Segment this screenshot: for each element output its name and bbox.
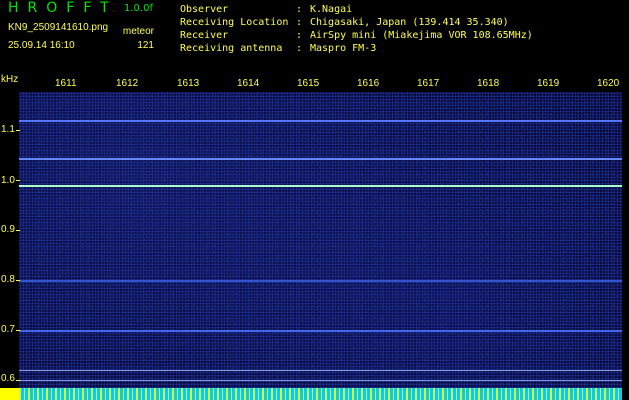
left-marker-bar <box>0 388 19 400</box>
y-tick-label: 1.1 <box>1 124 15 135</box>
spectrogram-plot <box>19 92 622 388</box>
spectrogram-noise <box>19 92 622 388</box>
x-tick-label: 1611 <box>55 78 77 89</box>
x-tick-label: 1619 <box>537 78 560 89</box>
x-tick-label: 1617 <box>417 78 440 89</box>
file-name: KN9_2509141610.png <box>8 22 109 33</box>
signal-line <box>19 157 622 160</box>
y-tick-mark <box>16 130 20 131</box>
info-row-receiver: Receiver: AirSpy mini (Miakejima VOR 108.… <box>180 30 533 41</box>
y-tick-label: 0.7 <box>1 324 15 335</box>
y-tick-label: 0.8 <box>1 274 15 285</box>
x-tick-label: 1612 <box>116 78 139 89</box>
y-tick-mark <box>16 280 20 281</box>
x-tick-label: 1614 <box>237 78 260 89</box>
y-tick-label: 1.0 <box>1 175 15 186</box>
bottom-time-marks <box>19 388 622 400</box>
x-tick-label: 1615 <box>297 78 320 89</box>
signal-line <box>19 120 622 122</box>
signal-line <box>19 280 622 282</box>
y-tick-mark <box>16 230 20 231</box>
y-tick-mark <box>16 330 20 331</box>
header: HROFFT 1.0.0f KN9_2509141610.png meteor … <box>0 0 629 75</box>
info-row-observer: Observer: K.Nagai <box>180 4 353 15</box>
info-row-antenna: Receiving antenna: Maspro FM-3 <box>180 43 377 54</box>
station-info: Observer: K.Nagai Receiving Location: Chig… <box>180 3 533 55</box>
signal-line <box>19 380 622 381</box>
app-version: 1.0.0f <box>124 3 153 14</box>
app-title: HROFFT <box>8 0 118 16</box>
y-tick-label: 0.6 <box>1 373 15 384</box>
x-tick-label: 1620 <box>597 78 620 89</box>
right-edge <box>622 92 629 400</box>
info-row-location: Receiving Location: Chigasaki, Japan (139… <box>180 17 509 28</box>
signal-line <box>19 330 622 332</box>
x-axis: 1611 1612 1613 1614 1615 1616 1617 1618 … <box>0 78 629 92</box>
signal-line <box>19 185 622 187</box>
x-tick-label: 1616 <box>357 78 380 89</box>
signal-line <box>19 370 622 371</box>
y-tick-mark <box>16 180 20 181</box>
detection-count: 121 <box>137 40 154 51</box>
mode-label: meteor <box>122 26 154 37</box>
y-tick-label: 0.9 <box>1 224 15 235</box>
x-tick-label: 1618 <box>477 78 500 89</box>
y-tick-mark <box>16 380 20 381</box>
x-tick-label: 1613 <box>177 78 200 89</box>
timestamp: 25.09.14 16:10 <box>8 40 75 51</box>
